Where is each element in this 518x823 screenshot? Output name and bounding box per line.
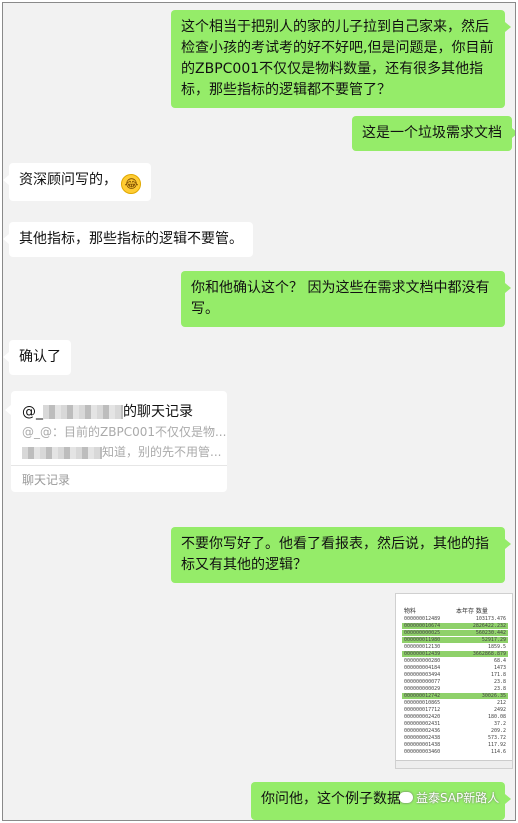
sheet-cell-value: 573.72	[487, 735, 506, 741]
sheet-row: 000000017712 2492	[402, 707, 508, 713]
sheet-cell-code: 000000000025	[404, 630, 441, 636]
sheet-row: 000000002436 209.2	[402, 728, 508, 734]
sheet-cell-code: 000000002438	[404, 735, 441, 741]
sheet-cell-value: 30026.35	[481, 693, 506, 699]
message-text: 其他指标，那些指标的逻辑不要管。	[19, 231, 243, 247]
sheet-cell-value: 209.2	[490, 728, 506, 734]
message-bubble[interactable]: 不要你写好了。他看了看报表，然后说，其他的指标又有其他的逻辑？	[171, 527, 511, 583]
card-divider	[11, 465, 227, 466]
sheet-cell-value: 23.8	[493, 686, 506, 692]
sheet-cell-value: 1859.5	[487, 644, 506, 650]
message-text: 这个相当于把别人的家的儿子拉到自己家来，然后检查小孩的考试考的好不好吧,但是问题…	[181, 19, 494, 98]
sheet-row: 000000012130 1859.5	[402, 644, 508, 650]
sheet-cell-value: 3662868.879	[472, 651, 506, 657]
chat-record-card[interactable]: @_ 的聊天记录 @_@：目前的ZBPC001不仅仅是物... 知道，别的先不用管…	[5, 391, 227, 492]
sheet-cell-value: 52917.29	[481, 637, 506, 643]
redacted-name	[22, 446, 102, 459]
sheet-cell-code: 000000003494	[404, 672, 441, 678]
message-bubble[interactable]: 其他指标，那些指标的逻辑不要管。	[3, 222, 253, 257]
sheet-row: 000000002438 573.72	[402, 735, 508, 741]
message-bubble[interactable]: 你和他确认这个？ 因为这些在需求文档中都没有写。	[181, 271, 511, 327]
sheet-cell-code: 000000012439	[404, 651, 441, 657]
sheet-cell-value: 114.6	[490, 749, 506, 755]
sheet-row: 000000002420 180.08	[402, 714, 508, 720]
chat-record-preview-line: 知道，别的先不用管...	[22, 443, 221, 460]
message-bubble[interactable]: 这是一个垃圾需求文档	[352, 116, 515, 151]
sheet-cell-code: 000000012489	[404, 616, 441, 622]
message-text: 确认了	[19, 349, 61, 365]
chat-record-label: 聊天记录	[22, 473, 71, 487]
sheet-row: 000000000029 23.8	[402, 686, 508, 692]
sheet-cell-code: 000000017712	[404, 707, 441, 713]
sheet-cell-value: 560230.442	[475, 630, 506, 636]
sheet-cell-value: 103173.476	[475, 616, 506, 622]
sheet-cell-code: 000000003460	[404, 749, 441, 755]
sheet-cell-value: 171.8	[490, 672, 506, 678]
message-bubble[interactable]: 这个相当于把别人的家的儿子拉到自己家来，然后检查小孩的考试考的好不好吧,但是问题…	[171, 10, 511, 108]
sheet-row: 000000004184 1473	[402, 665, 508, 671]
sheet-cell-value: 180.08	[487, 714, 506, 720]
sheet-cell-code: 000000011980	[404, 637, 441, 643]
sheet-cell-code: 000000012742	[404, 693, 441, 699]
sheet-row: 000000011980 52917.29	[402, 637, 508, 643]
sheet-cell-code: 000000002420	[404, 714, 441, 720]
sheet-cell-code: 000000000280	[404, 658, 441, 664]
sheet-cell-value: 23.8	[493, 679, 506, 685]
sheet-cell-value: 1473	[493, 665, 506, 671]
sheet-cell-value: 68.4	[493, 658, 506, 664]
sheet-cell-code: 000000002431	[404, 721, 441, 727]
sheet-row: 000000000280 68.4	[402, 658, 508, 664]
sheet-cell-value: 117.92	[487, 742, 506, 748]
sheet-cell-code: 000000000077	[404, 679, 441, 685]
sheet-cell-code: 000000004184	[404, 665, 441, 671]
sheet-row: 000000010865 212	[402, 700, 508, 706]
watermark: 益泰SAP新路人	[399, 789, 499, 806]
chat-window: 这个相当于把别人的家的儿子拉到自己家来，然后检查小孩的考试考的好不好吧,但是问题…	[2, 2, 516, 821]
sheet-tabs	[396, 760, 512, 768]
message-text: 你和他确认这个？ 因为这些在需求文档中都没有写。	[191, 280, 490, 317]
sheet-cell-code: 000000000029	[404, 686, 441, 692]
laughing-tears-emoji-icon: 😂	[121, 174, 142, 194]
sheet-cell-value: 2826422.232	[472, 623, 506, 629]
sheet-row: 000000012742 30026.35	[402, 693, 508, 699]
message-bubble[interactable]: 资深顾问写的， 😂	[3, 163, 152, 201]
sheet-row: 000000002431 37.2	[402, 721, 508, 727]
message-text: 资深顾问写的，	[19, 172, 117, 188]
message-text: 这是一个垃圾需求文档	[362, 125, 502, 141]
sheet-row: 000000012439 3662868.879	[402, 651, 508, 657]
message-text: 你问他，这个例子数据	[261, 791, 401, 807]
sheet-header: 物料 本年存 数量	[404, 608, 488, 615]
sheet-row: 000000010674 2826422.232	[402, 623, 508, 629]
message-text: 不要你写好了。他看了看报表，然后说，其他的指标又有其他的逻辑？	[181, 536, 489, 573]
message-bubble[interactable]: 确认了	[3, 340, 71, 375]
sheet-cell-value: 212	[496, 700, 506, 706]
sheet-row: 000000012489 103173.476	[402, 616, 508, 622]
sheet-row: 000000003460 114.6	[402, 749, 508, 755]
wechat-logo-icon	[399, 792, 413, 803]
sheet-row: 000000000077 23.8	[402, 679, 508, 685]
redacted-name	[43, 405, 123, 419]
sheet-cell-code: 000000001438	[404, 742, 441, 748]
chat-record-title: @_ 的聊天记录	[22, 404, 193, 420]
sheet-cell-value: 2492	[493, 707, 506, 713]
sheet-cell-value: 37.2	[493, 721, 506, 727]
sheet-cell-code: 000000012130	[404, 644, 441, 650]
sheet-row: 000000001438 117.92	[402, 742, 508, 748]
sheet-cell-code: 000000010674	[404, 623, 441, 629]
chat-record-preview-line: @_@：目前的ZBPC001不仅仅是物...	[22, 425, 227, 439]
sheet-cell-code: 000000002436	[404, 728, 441, 734]
sheet-row: 000000003494 171.8	[402, 672, 508, 678]
sheet-row: 000000000025 560230.442	[402, 630, 508, 636]
sheet-cell-code: 000000010865	[404, 700, 441, 706]
spreadsheet-image[interactable]: 物料 本年存 数量 000000012489 103173.476 00000001…	[395, 593, 513, 769]
